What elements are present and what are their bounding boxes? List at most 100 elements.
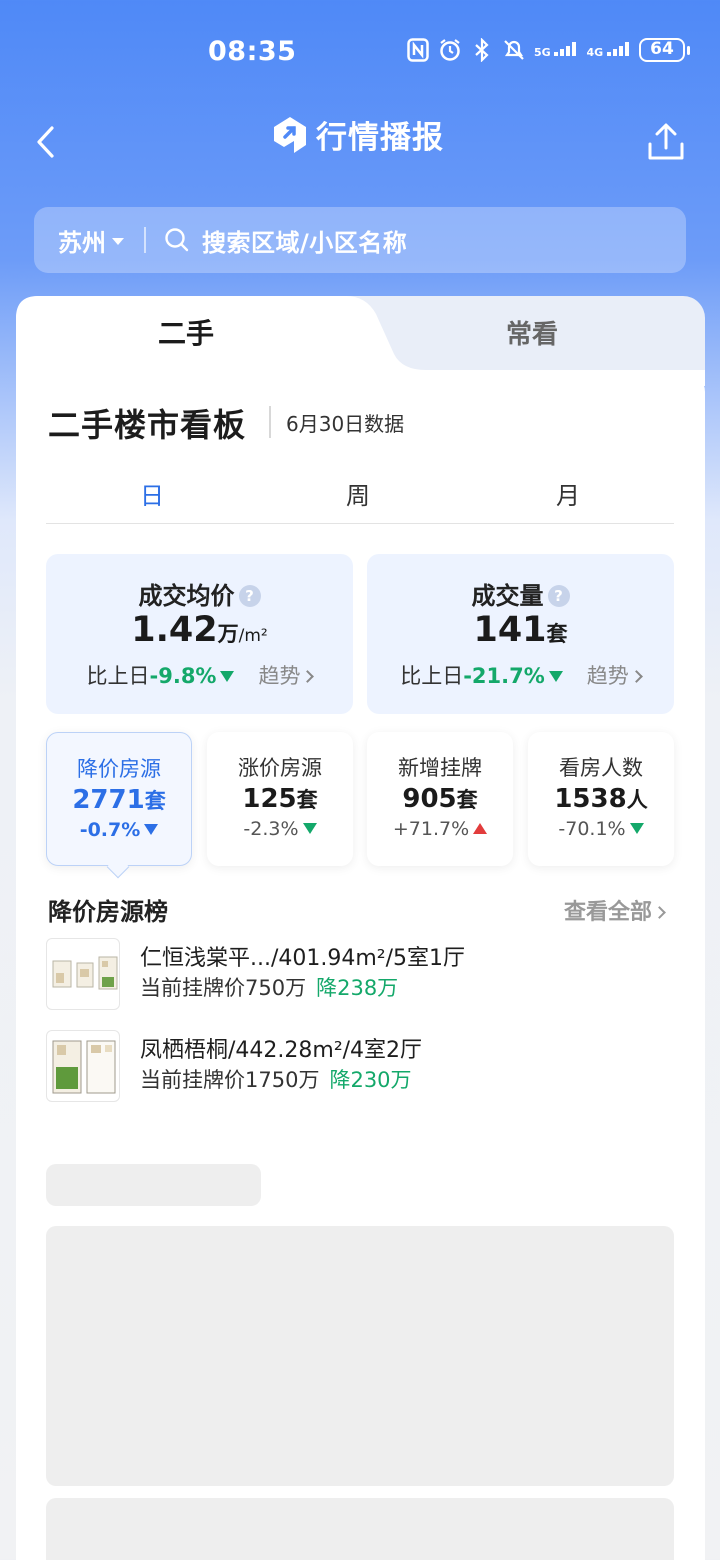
list-item[interactable]: 凤栖梧桐/442.28m²/4室2厅 当前挂牌价1750万 降230万 xyxy=(46,1030,676,1104)
divider xyxy=(144,227,146,253)
house-price: 当前挂牌价750万 降238万 xyxy=(140,972,398,1002)
metric-label: 涨价房源 xyxy=(238,756,322,780)
metric-unit: 套 xyxy=(456,788,478,812)
metric-value: 125套 xyxy=(207,784,353,814)
stat-label-text: 成交均价 xyxy=(138,582,235,610)
trend-link[interactable]: 趋势 xyxy=(258,664,315,688)
stat-compare: 比上日-9.8% 趋势 xyxy=(46,660,353,690)
period-tabs: 日 周 月 xyxy=(46,472,674,524)
market-card: 二手 常看 二手楼市看板 6月30日数据 日 周 月 成交均价? 1.42万/m… xyxy=(16,296,705,1560)
list-item[interactable]: 仁恒浅棠平.../401.94m²/5室1厅 当前挂牌价750万 降238万 xyxy=(46,938,676,1012)
metric-value: 905套 xyxy=(367,784,513,814)
floorplan-thumbnail xyxy=(46,938,120,1010)
stat-label-text: 成交量 xyxy=(471,582,544,610)
chevron-right-icon xyxy=(301,670,315,683)
metric-value: 1538人 xyxy=(528,784,674,814)
price-drop: 降230万 xyxy=(329,1068,412,1092)
search-input[interactable]: 搜索区域/小区名称 xyxy=(202,223,407,258)
page-title: 行情播报 xyxy=(272,112,444,157)
loading-skeleton xyxy=(46,1498,674,1560)
compare-change: -21.7% xyxy=(463,664,545,688)
alarm-icon xyxy=(438,38,462,62)
period-tab-day[interactable]: 日 xyxy=(140,476,164,511)
share-icon[interactable] xyxy=(644,120,688,164)
trend-label: 趋势 xyxy=(258,664,301,688)
trend-link[interactable]: 趋势 xyxy=(586,664,643,688)
metric-new-listings[interactable]: 新增挂牌 905套 +71.7% xyxy=(367,732,513,866)
metric-number: 125 xyxy=(242,784,297,814)
metric-label: 降价房源 xyxy=(77,757,161,781)
city-selector[interactable]: 苏州 xyxy=(34,223,124,258)
loading-skeleton xyxy=(46,1164,261,1206)
listing-price: 当前挂牌价1750万 xyxy=(140,1068,320,1092)
4g-signal-icon: 4G xyxy=(586,42,631,58)
metric-change: +71.7% xyxy=(367,818,513,840)
price-drop-list-title: 降价房源榜 xyxy=(48,898,168,926)
stat-volume[interactable]: 成交量? 141套 比上日-21.7% 趋势 xyxy=(367,554,674,714)
tab-secondhand[interactable]: 二手 xyxy=(158,312,214,352)
metric-change-text: +71.7% xyxy=(392,818,470,840)
house-name: 仁恒浅棠平.../401.94m²/5室1厅 xyxy=(140,946,466,971)
battery-icon: 64 xyxy=(639,38,690,62)
metric-change: -0.7% xyxy=(47,819,191,841)
arrow-down-icon xyxy=(629,823,644,834)
stat-value-number: 141 xyxy=(473,610,547,650)
trend-label: 趋势 xyxy=(586,664,629,688)
status-icons: 5G 4G 64 xyxy=(406,38,690,62)
stat-label: 成交量? xyxy=(367,576,674,611)
status-time: 08:35 xyxy=(208,36,297,67)
dashboard-title: 二手楼市看板 xyxy=(48,406,247,444)
chevron-right-icon xyxy=(629,670,643,683)
page-title-text: 行情播报 xyxy=(316,120,444,156)
floorplan-thumbnail xyxy=(46,1030,120,1102)
stat-compare: 比上日-21.7% 趋势 xyxy=(367,660,674,690)
stat-value-number: 1.42 xyxy=(131,610,218,650)
metric-change: -2.3% xyxy=(207,818,353,840)
tab-frequent[interactable]: 常看 xyxy=(506,314,558,351)
arrow-up-icon xyxy=(473,823,488,834)
mute-icon xyxy=(502,38,526,62)
metric-unit: 套 xyxy=(296,788,318,812)
metric-price-rise[interactable]: 涨价房源 125套 -2.3% xyxy=(207,732,353,866)
stat-unit: 万 xyxy=(217,622,239,646)
stat-avg-price[interactable]: 成交均价? 1.42万/m² 比上日-9.8% 趋势 xyxy=(46,554,353,714)
metric-value: 2771套 xyxy=(47,785,191,815)
metric-number: 905 xyxy=(402,784,457,814)
status-bar: 08:35 5G 4G 64 xyxy=(0,0,720,100)
data-date: 6月30日数据 xyxy=(286,412,405,436)
caret-down-icon xyxy=(112,237,124,245)
bluetooth-icon xyxy=(470,38,494,62)
stat-unit: 套 xyxy=(546,622,568,646)
metric-unit: 套 xyxy=(144,789,166,813)
help-icon[interactable]: ? xyxy=(238,585,261,607)
loading-skeleton xyxy=(46,1226,674,1486)
chevron-right-icon xyxy=(653,906,666,919)
period-tab-week[interactable]: 周 xyxy=(346,476,370,511)
stat-label: 成交均价? xyxy=(46,576,353,611)
metric-viewers[interactable]: 看房人数 1538人 -70.1% xyxy=(528,732,674,866)
compare-prefix: 比上日 xyxy=(86,664,150,688)
price-drop: 降238万 xyxy=(316,976,399,1000)
view-all-label: 查看全部 xyxy=(564,900,653,925)
view-all-link[interactable]: 查看全部 xyxy=(564,894,666,926)
stat-unit2: /m² xyxy=(238,626,268,646)
divider xyxy=(269,406,271,438)
help-icon[interactable]: ? xyxy=(547,585,570,607)
net1-label: 5G xyxy=(533,46,551,59)
arrow-down-icon xyxy=(302,823,317,834)
compare-change: -9.8% xyxy=(149,664,217,688)
metric-price-drop[interactable]: 降价房源 2771套 -0.7% xyxy=(46,732,192,866)
metric-label: 新增挂牌 xyxy=(398,756,482,780)
metric-number: 2771 xyxy=(72,785,145,815)
metric-change-text: -2.3% xyxy=(243,818,299,840)
search-bar: 苏州 搜索区域/小区名称 xyxy=(34,207,686,273)
house-name: 凤栖梧桐/442.28m²/4室2厅 xyxy=(140,1038,423,1063)
back-icon[interactable] xyxy=(30,120,62,164)
house-price: 当前挂牌价1750万 降230万 xyxy=(140,1064,412,1094)
metric-unit: 人 xyxy=(626,788,648,812)
metric-number: 1538 xyxy=(554,784,627,814)
net2-label: 4G xyxy=(586,46,604,59)
5g-signal-icon: 5G xyxy=(534,42,579,58)
period-tab-month[interactable]: 月 xyxy=(556,476,580,511)
metric-change: -70.1% xyxy=(528,818,674,840)
